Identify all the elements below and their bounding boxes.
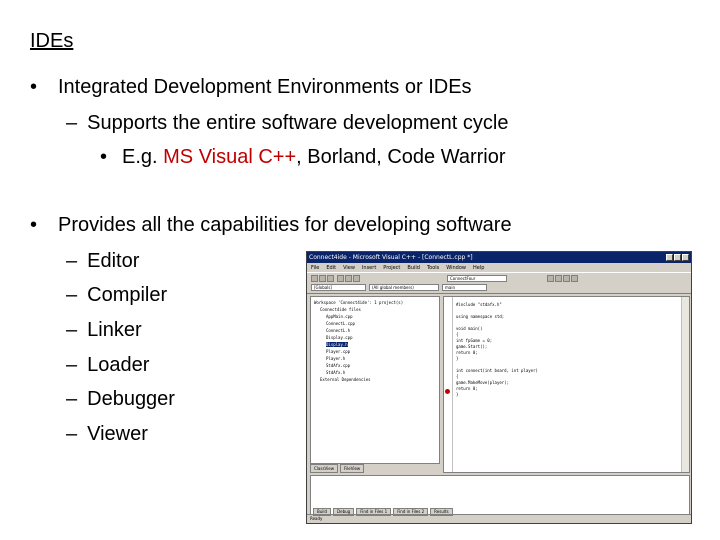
dash-item-label: Debugger: [87, 388, 175, 410]
tree-item: Player.cpp: [326, 349, 351, 354]
bullet-item: • Integrated Development Environments or …: [30, 76, 472, 99]
members-combo: (All global members): [369, 284, 439, 291]
status-bar: Ready: [307, 514, 691, 523]
tree-item: Connect4ide files: [320, 307, 361, 312]
dash-item: – Compiler: [66, 284, 167, 307]
tree-item: AppMain.cpp: [326, 314, 353, 319]
menu-insert: Insert: [361, 264, 377, 271]
bullet-marker: •: [30, 214, 38, 236]
dash-item-label: Editor: [87, 250, 140, 272]
ide-toolbar: ConnectFour [Globals] (All global member…: [307, 272, 691, 294]
workspace-tree: Workspace 'Connect4ide': 1 project(s) Co…: [310, 296, 440, 464]
tree-item: StdAfx.h: [326, 370, 346, 375]
cut-icon: [337, 275, 344, 282]
dash-marker: –: [66, 388, 78, 410]
ide-menubar: File Edit View Insert Project Build Tool…: [307, 263, 691, 272]
new-file-icon: [311, 275, 318, 282]
code-line: using namespace std;: [456, 314, 505, 319]
tree-item: ConnectL.h: [326, 328, 351, 333]
tree-item: ConnectL.cpp: [326, 321, 355, 326]
example-rest: , Borland, Code Warrior: [296, 146, 506, 168]
editor-gutter: [444, 297, 453, 472]
tree-item-selected: Display.h: [326, 342, 348, 347]
dash-item: – Linker: [66, 319, 142, 342]
menu-project: Project: [383, 264, 401, 271]
tab-classview: ClassView: [310, 464, 339, 473]
slide-title: IDEs: [30, 30, 74, 52]
paste-icon: [353, 275, 360, 282]
code-line: game.Start();: [456, 344, 488, 349]
dash-item-label: Viewer: [87, 423, 148, 445]
code-line: int connect(int board, int player): [456, 368, 538, 373]
bullet-marker: •: [30, 76, 38, 98]
function-combo: main: [442, 284, 487, 291]
compile-icon: [547, 275, 554, 282]
menu-tools: Tools: [426, 264, 440, 271]
tab-fileview: FileView: [340, 464, 365, 473]
tree-item: Player.h: [326, 356, 346, 361]
menu-build: Build: [407, 264, 420, 271]
code-line: }: [456, 356, 459, 361]
menu-file: File: [311, 264, 320, 271]
ide-window-title: Connect4ide - Microsoft Visual C++ - [Co…: [309, 254, 473, 261]
code-editor: #include "stdafx.h" using namespace std;…: [443, 296, 690, 473]
bullet-text: Integrated Development Environments or I…: [58, 76, 472, 98]
example-highlight: MS Visual C++: [163, 146, 297, 168]
code-line: return 0;: [456, 386, 478, 391]
menu-edit: Edit: [326, 264, 337, 271]
dash-item-label: Linker: [87, 319, 142, 341]
window-controls: [666, 254, 689, 261]
minimize-icon: [666, 254, 673, 261]
dash-marker: –: [66, 284, 78, 306]
tree-item: Display.cpp: [326, 335, 353, 340]
dash-item-label: Compiler: [87, 284, 168, 306]
code-line: {: [456, 332, 459, 337]
maximize-icon: [674, 254, 681, 261]
dash-item: – Viewer: [66, 423, 148, 446]
dash-marker: –: [66, 250, 78, 272]
code-line: return 0;: [456, 350, 478, 355]
code-line: }: [456, 392, 459, 397]
dash-marker: –: [66, 319, 78, 341]
bullet-marker: •: [100, 146, 108, 168]
bullet-text: Provides all the capabilities for develo…: [58, 214, 512, 236]
dash-item-label: Loader: [87, 354, 150, 376]
breakpoint-icon: [445, 389, 450, 394]
tree-item: StdAfx.cpp: [326, 363, 351, 368]
dash-item: – Debugger: [66, 388, 175, 411]
code-line: {: [456, 374, 459, 379]
menu-help: Help: [473, 264, 485, 271]
open-icon: [319, 275, 326, 282]
save-icon: [327, 275, 334, 282]
code-line: game.MakeMove(player);: [456, 380, 509, 385]
dash-item: – Loader: [66, 354, 149, 377]
dash-item: – Editor: [66, 250, 139, 273]
ide-screenshot: Connect4ide - Microsoft Visual C++ - [Co…: [306, 251, 692, 524]
code-line: #include "stdafx.h": [456, 302, 502, 307]
menu-window: Window: [446, 264, 466, 271]
sub-bullet-item: – Supports the entire software developmen…: [66, 112, 508, 135]
menu-view: View: [343, 264, 355, 271]
tree-item: External Dependencies: [320, 377, 371, 382]
code-line: void main(): [456, 326, 483, 331]
tree-item: Workspace 'Connect4ide': 1 project(s): [314, 300, 404, 305]
run-icon: [571, 275, 578, 282]
workspace-tabs: ClassView FileView: [310, 464, 440, 473]
dash-marker: –: [66, 423, 78, 445]
sub-sub-bullet-item: • E.g. MS Visual C++, Borland, Code Warri…: [100, 146, 506, 169]
example-prefix: E.g.: [122, 146, 164, 168]
build-icon: [555, 275, 562, 282]
bullet-item: • Provides all the capabilities for devel…: [30, 214, 512, 237]
code-line: int fpGame = 0;: [456, 338, 493, 343]
scope-combo: [Globals]: [311, 284, 366, 291]
stop-icon: [563, 275, 570, 282]
dash-marker: –: [66, 112, 78, 134]
editor-scrollbar: [681, 297, 689, 472]
copy-icon: [345, 275, 352, 282]
close-icon: [682, 254, 689, 261]
dash-marker: –: [66, 354, 78, 376]
find-combo: ConnectFour: [447, 275, 507, 282]
sub-bullet-text: Supports the entire software development…: [87, 112, 509, 134]
ide-titlebar: Connect4ide - Microsoft Visual C++ - [Co…: [307, 252, 691, 263]
